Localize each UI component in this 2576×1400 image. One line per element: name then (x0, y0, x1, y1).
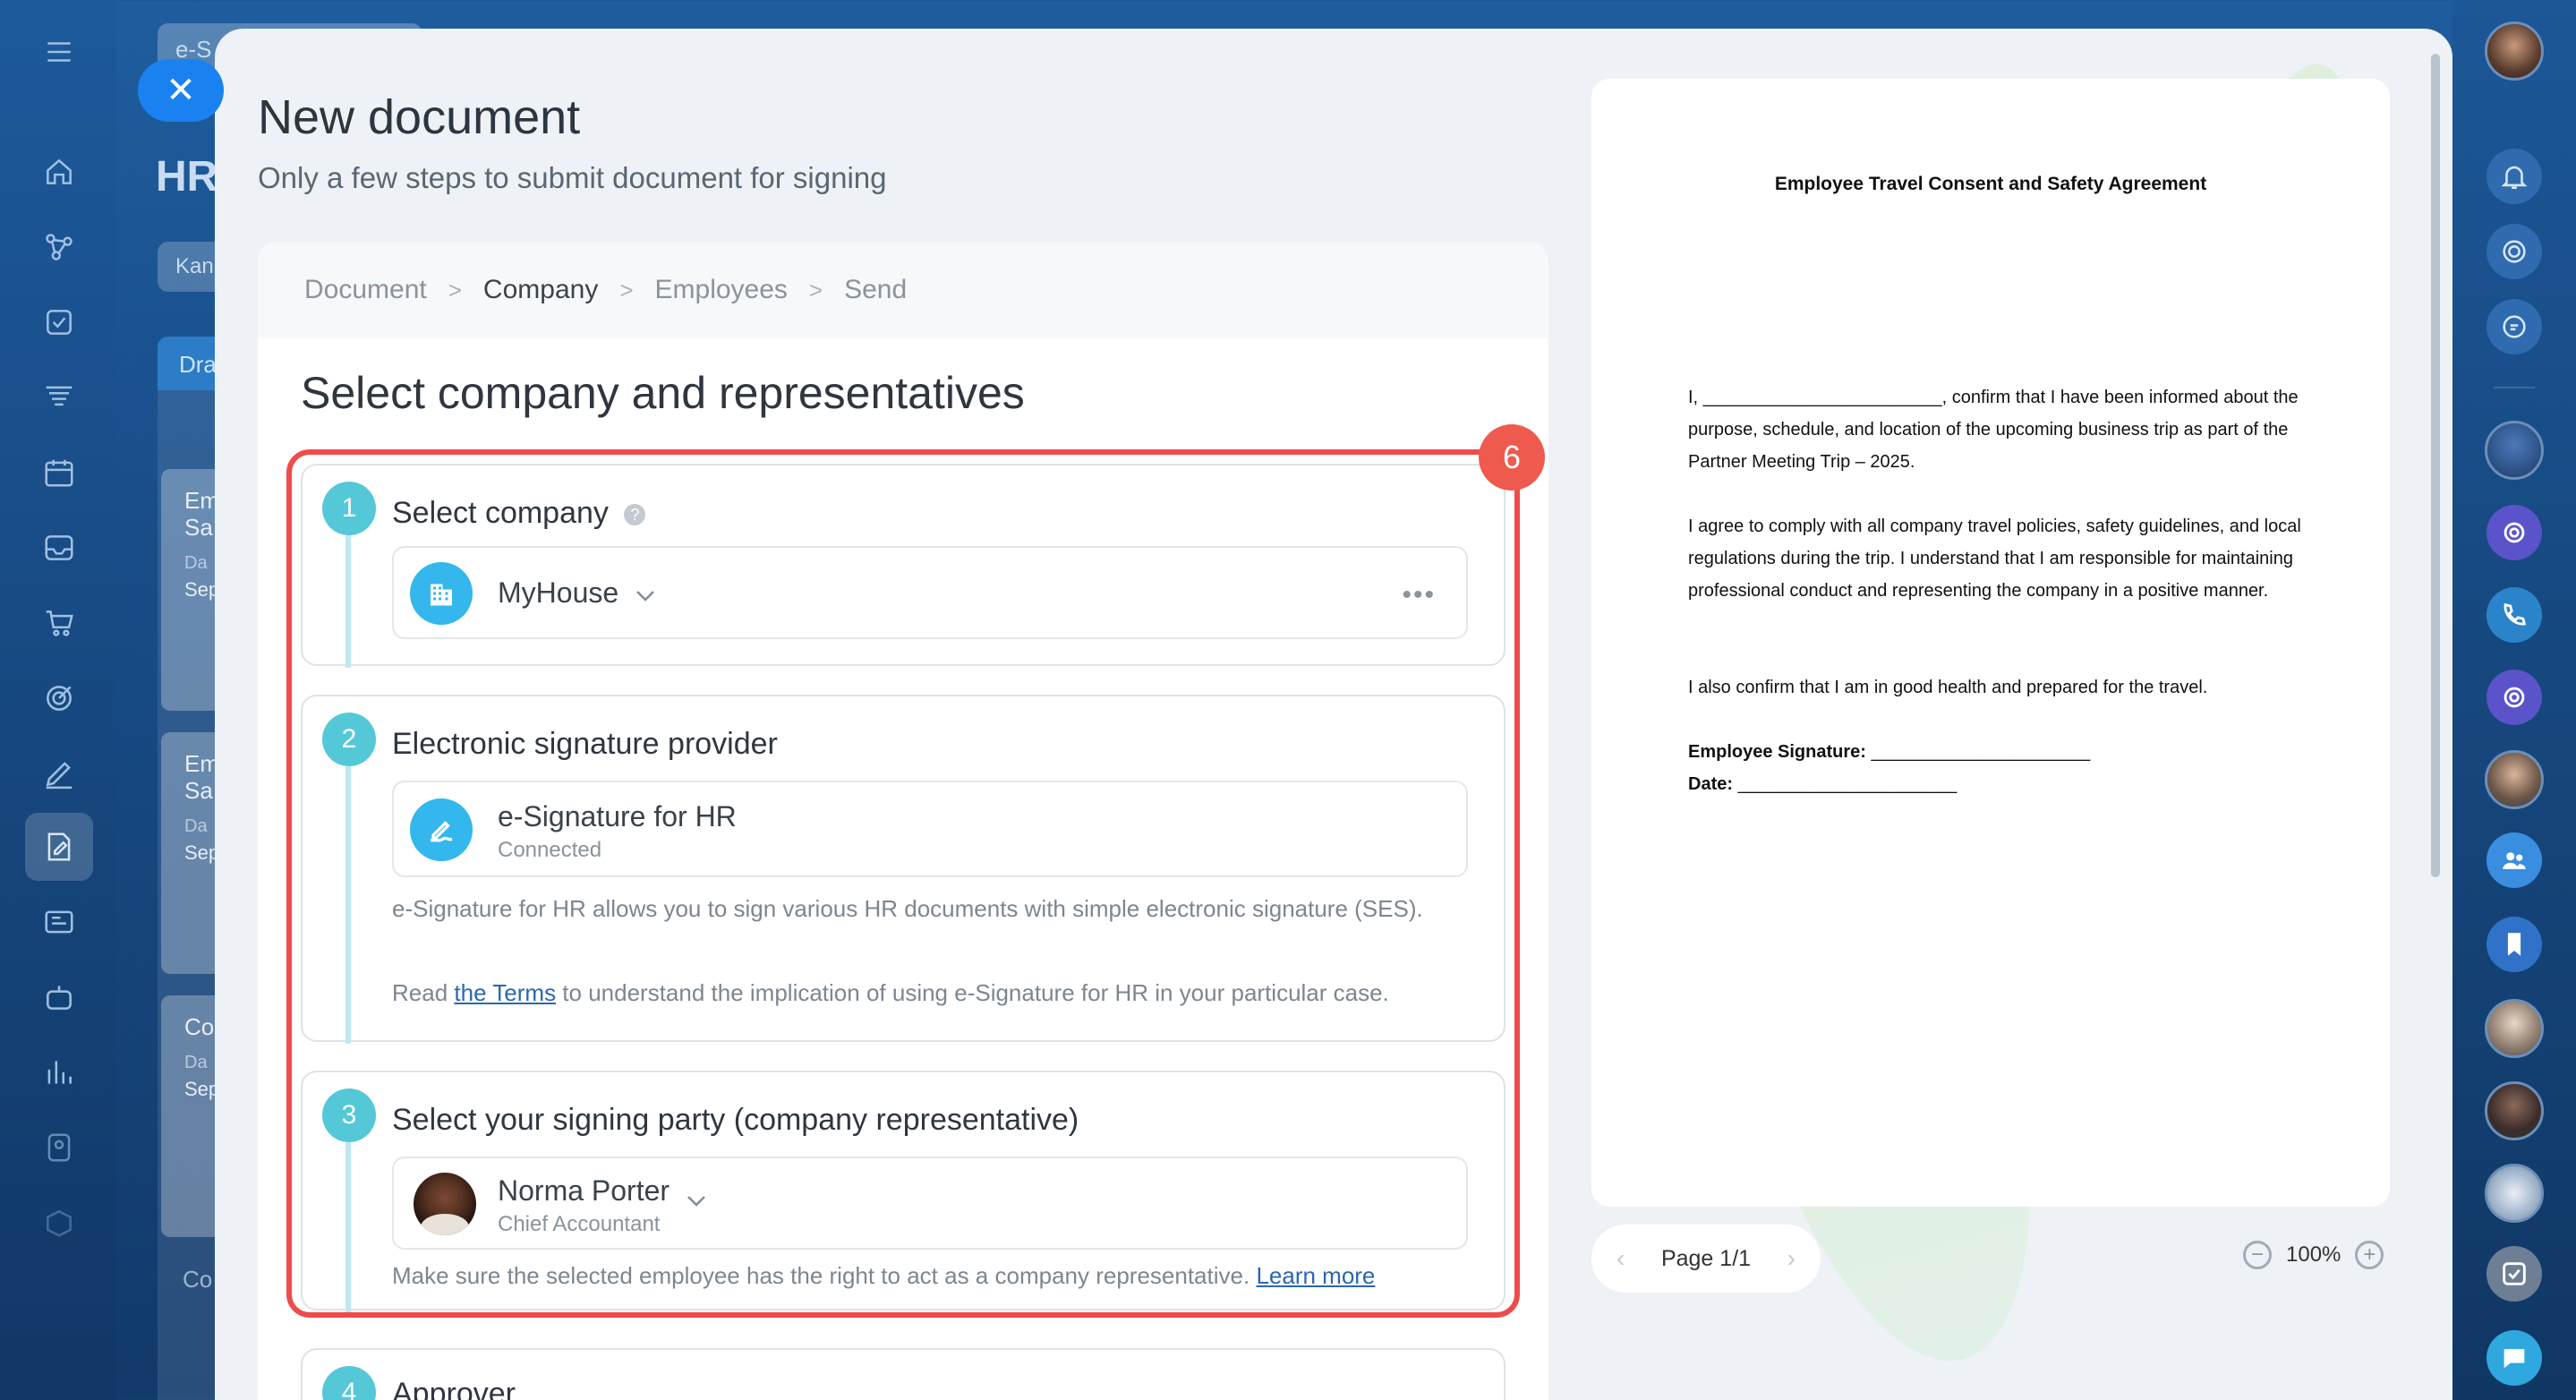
hamburger-icon[interactable] (39, 32, 79, 72)
zoom-in-icon[interactable]: + (2355, 1241, 2384, 1269)
zoom-controls: − 100% + (2243, 1241, 2384, 1269)
chat-avatar[interactable] (2485, 750, 2544, 809)
cart-icon[interactable] (39, 603, 79, 643)
chevron-right-icon[interactable]: › (1787, 1244, 1796, 1273)
bookmark-icon[interactable] (2486, 917, 2542, 972)
chevron-left-icon[interactable]: ‹ (1616, 1244, 1625, 1273)
user-avatar[interactable] (2485, 21, 2544, 81)
analytics-icon[interactable] (39, 1053, 79, 1092)
document-paragraph: I agree to comply with all company trave… (1688, 516, 2301, 601)
step-employees[interactable]: Employees (655, 275, 788, 305)
chat-bubble-icon[interactable] (2486, 1330, 2542, 1386)
document-paragraph: I also confirm that I am in good health … (1688, 678, 2208, 697)
crm-funnel-icon[interactable] (39, 378, 79, 417)
copilot-icon[interactable] (2486, 224, 2542, 279)
chevron-right-icon: > (808, 276, 823, 303)
tasks-icon[interactable] (39, 303, 79, 342)
step-card-approver: 4 Approver (301, 1348, 1506, 1400)
zoom-out-icon[interactable]: − (2243, 1241, 2272, 1269)
chevron-right-icon: > (448, 276, 462, 303)
section-title: Select company and representatives (301, 368, 1025, 418)
openchannel-icon[interactable] (2486, 670, 2542, 725)
chat-avatar[interactable] (2485, 1164, 2544, 1223)
contacts-icon[interactable] (39, 1128, 79, 1167)
left-sidebar (0, 0, 116, 1400)
news-icon[interactable] (39, 902, 79, 942)
chat-avatar[interactable] (2485, 1081, 2544, 1140)
document-paragraph: I, ________________________, confirm tha… (1688, 388, 2299, 472)
bell-icon[interactable] (2486, 149, 2542, 204)
robot-icon[interactable] (39, 977, 79, 1017)
wizard-breadcrumb: Document > Company > Employees > Send (258, 242, 1548, 338)
box-icon[interactable] (39, 1203, 79, 1242)
close-button[interactable]: ✕ (138, 59, 224, 122)
signature-line: Employee Signature: ____________________… (1688, 742, 2091, 762)
highlight-frame (286, 449, 1520, 1318)
step-send[interactable]: Send (844, 275, 907, 305)
divider (2494, 387, 2535, 388)
step-number: 4 (322, 1366, 376, 1400)
home-icon[interactable] (39, 152, 79, 192)
page-title: New document (258, 90, 581, 144)
step-title: Approver (392, 1377, 516, 1400)
background-label: Co (183, 1266, 213, 1293)
phone-icon[interactable] (2486, 587, 2542, 643)
calendar-icon[interactable] (39, 453, 79, 492)
chat-avatar[interactable] (2485, 421, 2544, 480)
zoom-level: 100% (2286, 1242, 2341, 1267)
checklist-icon[interactable] (2486, 1246, 2542, 1302)
background-page-title: HR (156, 153, 218, 201)
e-signature-hr-icon[interactable] (39, 827, 79, 866)
modal-scrollbar[interactable] (2431, 54, 2440, 877)
feed-icon[interactable] (39, 227, 79, 267)
openchannel-icon[interactable] (2486, 505, 2542, 560)
step-company[interactable]: Company (483, 275, 598, 305)
target-icon[interactable] (39, 679, 79, 718)
date-line: Date: ______________________ (1688, 774, 1958, 794)
page-indicator: Page 1/1 (1660, 1245, 1752, 1271)
close-icon: ✕ (166, 71, 196, 110)
document-preview: Employee Travel Consent and Safety Agree… (1591, 79, 2390, 1207)
search-chat-icon[interactable] (2486, 299, 2542, 354)
chat-avatar[interactable] (2485, 999, 2544, 1058)
chevron-right-icon: > (619, 276, 634, 303)
page-subtitle: Only a few steps to submit document for … (258, 161, 887, 194)
annotation-badge: 6 (1479, 424, 1545, 491)
document-title: Employee Travel Consent and Safety Agree… (1774, 174, 2207, 194)
step-document[interactable]: Document (304, 275, 427, 305)
inbox-icon[interactable] (39, 528, 79, 568)
page-navigator: ‹ Page 1/1 › (1591, 1225, 1821, 1293)
group-icon[interactable] (2486, 832, 2542, 888)
sign-pen-icon[interactable] (39, 754, 79, 793)
